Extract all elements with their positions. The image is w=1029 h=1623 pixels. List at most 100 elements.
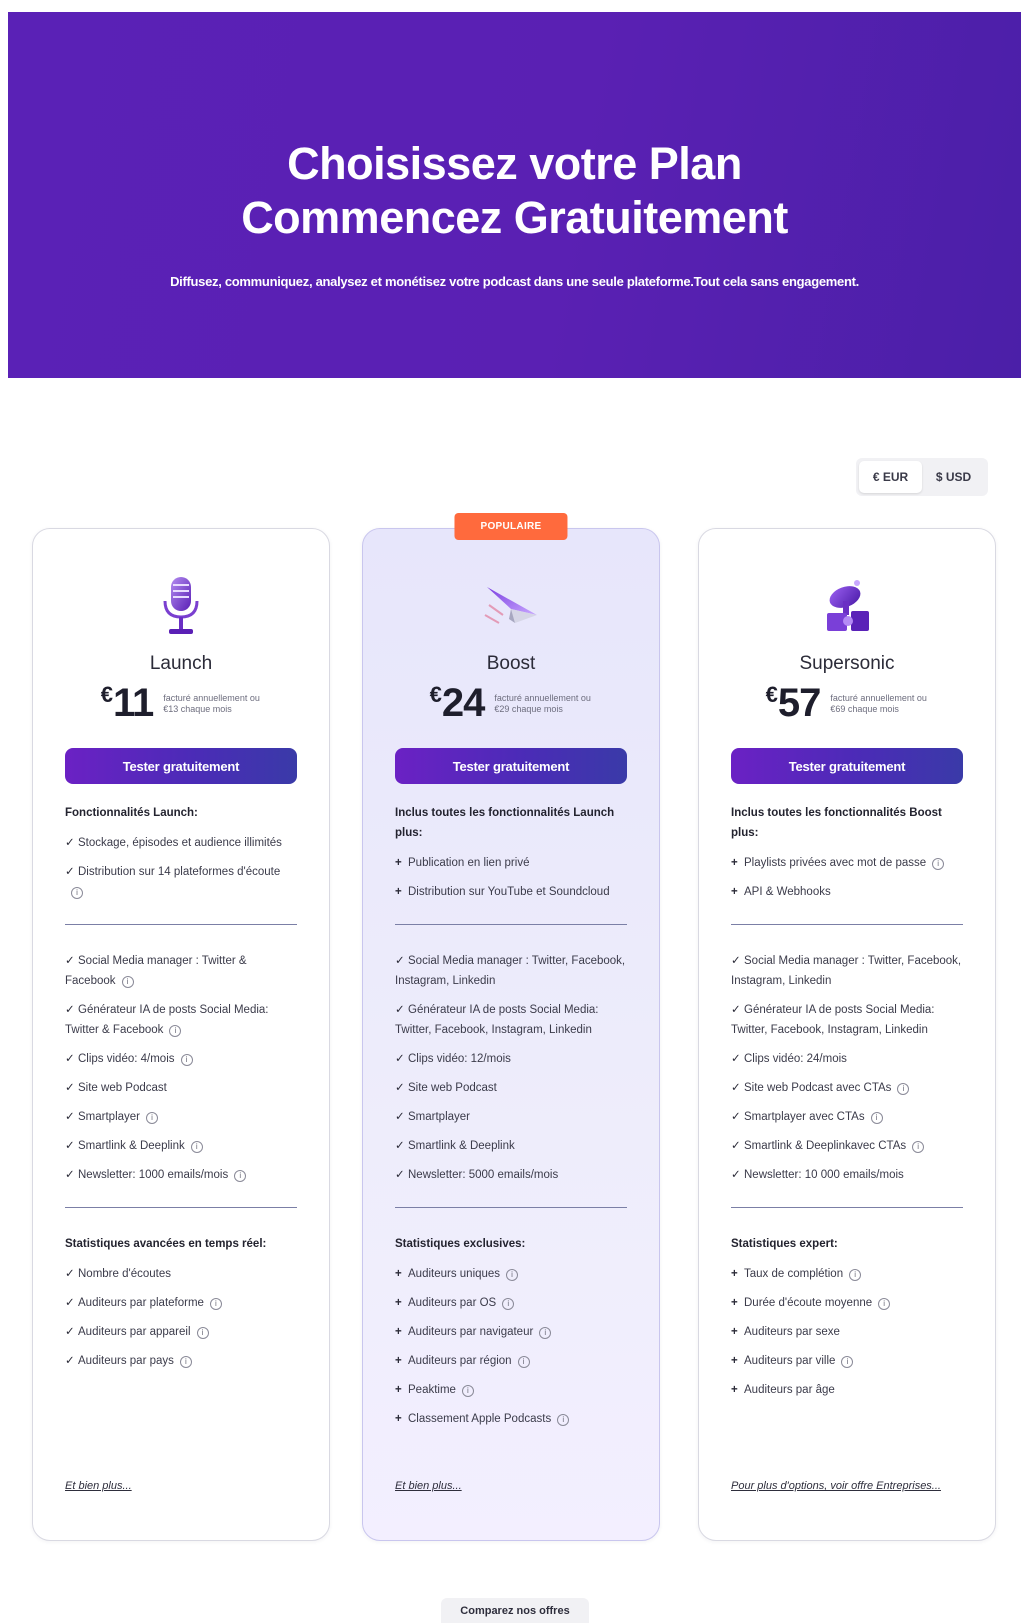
info-icon[interactable]: i	[169, 1025, 182, 1037]
feature-text: Distribution sur YouTube et Soundcloud	[408, 886, 610, 898]
plus-icon: +	[731, 1355, 738, 1367]
plan-price: €11	[100, 681, 155, 725]
feature-item: + Peaktime i	[395, 1380, 627, 1400]
feature-item: ✓ Smartlink & Deeplink	[395, 1136, 627, 1156]
info-icon[interactable]: i	[849, 1269, 862, 1281]
check-icon: ✓	[731, 1053, 741, 1065]
check-icon: ✓	[65, 1053, 75, 1065]
info-icon[interactable]: i	[517, 1356, 530, 1368]
feature-item: + Distribution sur YouTube et Soundcloud	[395, 882, 627, 902]
satellite-icon	[827, 580, 869, 631]
feature-item: + Publication en lien privé	[395, 853, 627, 873]
feature-text: Clips vidéo: 24/mois	[744, 1053, 847, 1065]
price-row: €11 facturé annuellement ou €13 chaque m…	[65, 681, 297, 726]
feature-text: Newsletter: 1000 emails/mois	[78, 1169, 229, 1181]
feature-item: + API & Webhooks	[731, 882, 963, 902]
feature-text: Smartlink & Deeplinkavec CTAs	[744, 1140, 907, 1152]
feature-item: + Playlists privées avec mot de passe i	[731, 853, 963, 873]
info-icon[interactable]: i	[506, 1269, 519, 1281]
try-free-button[interactable]: Tester gratuitement	[395, 748, 627, 784]
info-icon[interactable]: i	[932, 858, 945, 870]
check-icon: ✓	[65, 1111, 75, 1123]
title-line-2: Commencez Gratuitement	[241, 192, 788, 243]
plus-icon: +	[395, 1326, 402, 1338]
plus-icon: +	[395, 1413, 402, 1425]
hero-subtitle: Diffusez, communiquez, analysez et monét…	[170, 274, 859, 289]
feature-item: ✓ Clips vidéo: 24/mois	[731, 1049, 963, 1069]
feature-text: Newsletter: 5000 emails/mois	[408, 1169, 559, 1181]
info-icon[interactable]: i	[190, 1141, 203, 1153]
feature-text: Nombre d'écoutes	[78, 1268, 171, 1280]
feature-text: Social Media manager : Twitter & Faceboo…	[65, 955, 247, 987]
info-icon[interactable]: i	[897, 1083, 910, 1095]
currency-usd[interactable]: $ USD	[922, 461, 985, 493]
info-icon[interactable]: i	[179, 1356, 192, 1368]
info-icon[interactable]: i	[878, 1298, 891, 1310]
feature-text: Durée d'écoute moyenne	[744, 1297, 873, 1309]
check-icon: ✓	[395, 955, 405, 967]
feature-text: Auditeurs par âge	[744, 1384, 835, 1396]
hero-banner: Choisissez votre Plan Commencez Gratuite…	[8, 12, 1021, 378]
info-icon[interactable]: i	[196, 1327, 209, 1339]
compare-offers-button[interactable]: Comparez nos offres	[441, 1598, 589, 1623]
info-icon[interactable]: i	[912, 1141, 925, 1153]
feature-text: Distribution sur 14 plateformes d'écoute	[78, 866, 281, 878]
feature-item: + Auditeurs par ville i	[731, 1351, 963, 1371]
info-icon[interactable]: i	[180, 1054, 193, 1066]
paper-plane-icon	[484, 587, 537, 624]
info-icon[interactable]: i	[234, 1170, 247, 1182]
feature-item: ✓ Social Media manager : Twitter, Faceboo…	[395, 951, 627, 991]
try-free-button[interactable]: Tester gratuitement	[731, 748, 963, 784]
plus-icon: +	[731, 886, 738, 898]
more-link[interactable]: Et bien plus...	[65, 1480, 132, 1492]
check-icon: ✓	[731, 1169, 741, 1181]
feature-text: Générateur IA de posts Social Media: Twi…	[731, 1004, 935, 1036]
feature-text: Site web Podcast avec CTAs	[744, 1082, 892, 1094]
feature-text: Auditeurs par pays	[78, 1355, 174, 1367]
check-icon: ✓	[65, 1355, 75, 1367]
check-icon: ✓	[65, 1004, 75, 1016]
feature-text: Stockage, épisodes et audience illimités	[78, 837, 282, 849]
check-icon: ✓	[65, 1297, 75, 1309]
info-icon[interactable]: i	[209, 1298, 222, 1310]
currency-eur[interactable]: € EUR	[859, 461, 922, 493]
feature-text: Auditeurs par plateforme	[78, 1297, 204, 1309]
info-icon[interactable]: i	[841, 1356, 854, 1368]
feature-item: + Auditeurs par OS i	[395, 1293, 627, 1313]
info-icon[interactable]: i	[121, 976, 134, 988]
check-icon: ✓	[65, 1326, 75, 1338]
info-icon[interactable]: i	[71, 887, 83, 899]
page-title: Choisissez votre Plan Commencez Gratuite…	[8, 137, 1021, 245]
plus-icon: +	[731, 1326, 738, 1338]
feature-item: + Classement Apple Podcasts i	[395, 1409, 627, 1429]
plus-icon: +	[395, 1355, 402, 1367]
info-icon[interactable]: i	[146, 1112, 158, 1124]
billing-note: facturé annuellement ou €69 chaque mois	[830, 692, 927, 714]
section-divider	[731, 924, 963, 925]
feature-item: + Auditeurs par sexe	[731, 1322, 963, 1342]
info-icon[interactable]: i	[502, 1298, 515, 1310]
feature-item: ✓ Social Media manager : Twitter & Facebo…	[65, 951, 297, 991]
info-icon[interactable]: i	[870, 1112, 883, 1124]
more-link[interactable]: Et bien plus...	[395, 1480, 462, 1492]
info-icon[interactable]: i	[539, 1327, 552, 1339]
info-icon[interactable]: i	[557, 1414, 570, 1426]
try-free-button[interactable]: Tester gratuitement	[65, 748, 297, 784]
feature-text: Auditeurs uniques	[408, 1268, 501, 1280]
feature-list: Inclus toutes les fonctionnalités Launch…	[395, 803, 627, 1438]
feature-item: ✓ Newsletter: 1000 emails/mois i	[65, 1165, 297, 1185]
plan-card-supersonic: Supersonic €57 facturé annuellement ou €…	[698, 528, 996, 1541]
feature-text: Site web Podcast	[408, 1082, 497, 1094]
info-icon[interactable]: i	[461, 1385, 474, 1397]
feature-text: Social Media manager : Twitter, Facebook…	[731, 955, 962, 987]
check-icon: ✓	[395, 1140, 405, 1152]
price-row: €57 facturé annuellement ou €69 chaque m…	[731, 681, 963, 726]
plus-icon: +	[731, 857, 738, 869]
feature-item: ✓ Newsletter: 5000 emails/mois	[395, 1165, 627, 1185]
check-icon: ✓	[65, 1169, 75, 1181]
more-link[interactable]: Pour plus d'options, voir offre Entrepri…	[731, 1480, 941, 1492]
feature-section-heading: Inclus toutes les fonctionnalités Boost …	[731, 807, 942, 839]
feature-item: ✓ Site web Podcast	[395, 1078, 627, 1098]
feature-item: ✓ Newsletter: 10 000 emails/mois	[731, 1165, 963, 1185]
feature-section-heading: Statistiques expert:	[731, 1238, 838, 1250]
